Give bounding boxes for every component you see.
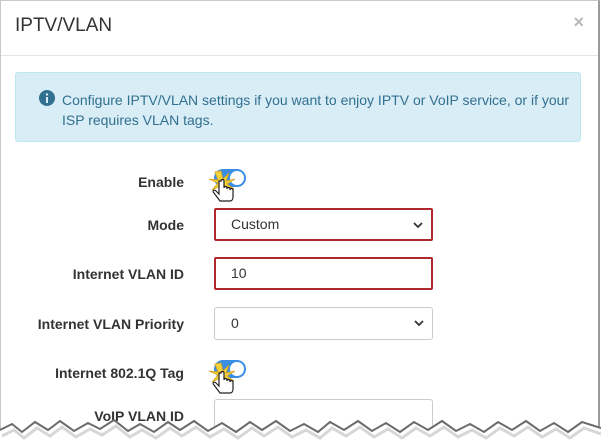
dialog-header: IPTV/VLAN × bbox=[1, 1, 598, 56]
chevron-down-icon bbox=[413, 222, 423, 229]
info-alert: Configure IPTV/VLAN settings if you want… bbox=[15, 72, 581, 142]
internet-vlan-id-value: 10 bbox=[231, 265, 247, 281]
chevron-down-icon bbox=[414, 320, 424, 327]
iptv-vlan-dialog: IPTV/VLAN × Configure IPTV/VLAN settings… bbox=[0, 0, 600, 442]
internet-vlan-id-label: Internet VLAN ID bbox=[72, 266, 184, 282]
close-icon[interactable]: × bbox=[573, 13, 584, 31]
voip-vlan-id-input[interactable] bbox=[214, 399, 433, 432]
internet-vlan-priority-label: Internet VLAN Priority bbox=[37, 316, 184, 332]
info-circle-icon bbox=[39, 90, 55, 106]
pointer-hand-icon bbox=[208, 170, 236, 202]
enable-label: Enable bbox=[138, 174, 184, 190]
internet-8021q-tag-label: Internet 802.1Q Tag bbox=[55, 365, 184, 381]
mode-select-value: Custom bbox=[231, 216, 280, 232]
dialog-title: IPTV/VLAN bbox=[15, 15, 113, 36]
internet-vlan-id-input[interactable]: 10 bbox=[214, 257, 433, 290]
info-text: Configure IPTV/VLAN settings if you want… bbox=[62, 92, 570, 128]
internet-vlan-priority-select[interactable]: 0 bbox=[214, 307, 433, 340]
internet-vlan-priority-value: 0 bbox=[231, 315, 239, 331]
voip-vlan-id-label: VoIP VLAN ID bbox=[94, 408, 184, 424]
mode-label: Mode bbox=[147, 217, 184, 233]
pointer-hand-icon bbox=[208, 362, 236, 394]
mode-select[interactable]: Custom bbox=[214, 208, 433, 241]
